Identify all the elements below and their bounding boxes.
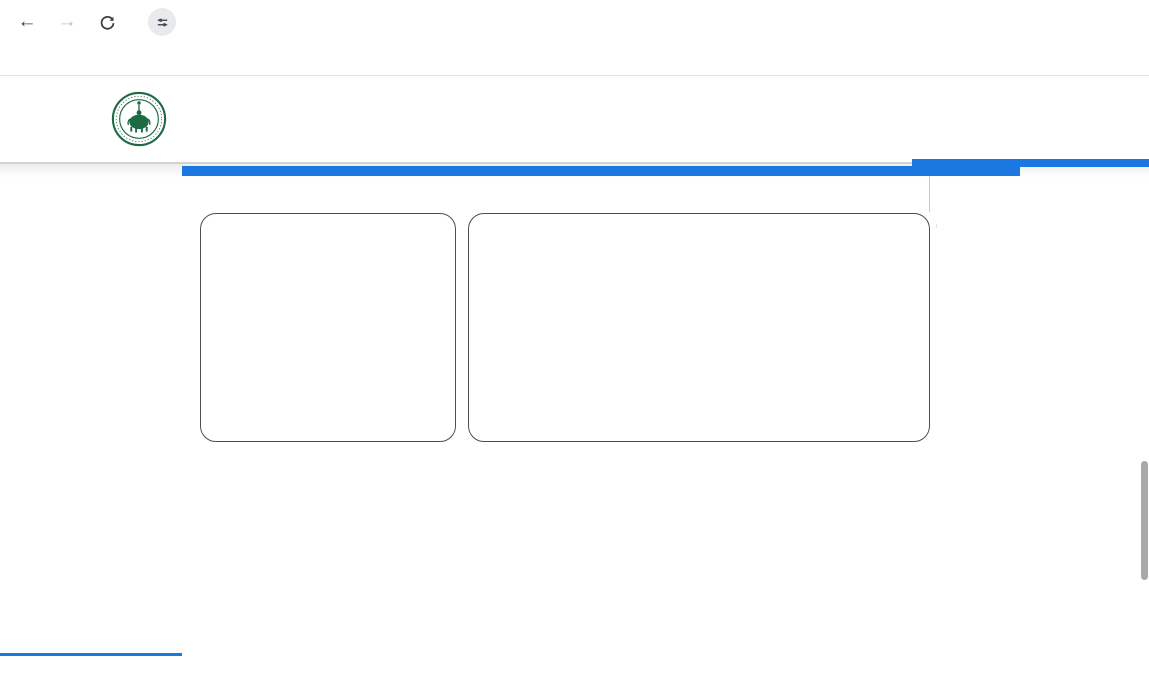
site-settings-icon[interactable] xyxy=(148,8,176,36)
bottom-accent-bar xyxy=(0,653,182,656)
browser-toolbar: ← → xyxy=(0,0,1149,44)
title-accent-bar xyxy=(182,166,1020,176)
bma-seal-logo xyxy=(111,91,167,147)
reload-icon[interactable] xyxy=(94,9,120,35)
sakk-stats xyxy=(211,224,445,431)
year-accent-bar xyxy=(912,159,1149,167)
page-header xyxy=(0,76,1149,162)
back-icon[interactable]: ← xyxy=(14,9,40,35)
filter-panel xyxy=(936,224,1149,228)
table-scrollbar[interactable] xyxy=(1141,461,1148,580)
sakk-card-title xyxy=(211,224,325,276)
process-table xyxy=(185,458,1141,661)
forward-icon[interactable]: → xyxy=(54,9,80,35)
sakk-card xyxy=(200,213,456,442)
bma-oss-card xyxy=(468,213,930,442)
title-separator xyxy=(929,176,930,212)
bookmarks-bar xyxy=(0,44,1149,75)
